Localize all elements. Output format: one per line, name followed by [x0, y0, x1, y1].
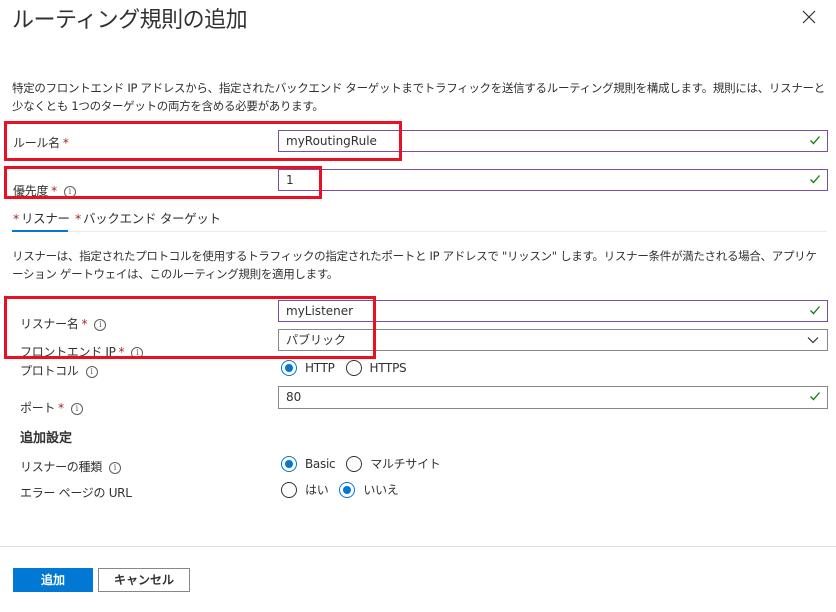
protocol-label: プロトコル i: [20, 362, 98, 379]
info-icon[interactable]: i: [85, 365, 98, 378]
required-marker: *: [75, 211, 81, 226]
frontend-ip-value: パブリック: [286, 333, 347, 347]
listener-type-label: リスナーの種類 i: [20, 458, 121, 475]
rule-name-input[interactable]: myRoutingRule: [278, 130, 828, 152]
port-input[interactable]: 80: [278, 386, 828, 409]
priority-value: 1: [286, 173, 294, 187]
required-marker: *: [118, 345, 125, 359]
cancel-button[interactable]: キャンセル: [98, 568, 190, 592]
required-marker: *: [58, 401, 64, 415]
priority-input[interactable]: 1: [278, 169, 828, 191]
protocol-https-radio[interactable]: [345, 360, 362, 376]
port-label: ポート * i: [20, 399, 83, 416]
check-icon: [810, 175, 820, 184]
check-icon: [810, 306, 820, 315]
rule-name-value: myRoutingRule: [286, 134, 377, 148]
page-title: ルーティング規則の追加: [12, 8, 248, 33]
listener-name-label-text: リスナー名: [20, 317, 79, 331]
tab-backend-target-label: バックエンド ターゲット: [82, 211, 221, 226]
protocol-http-radio[interactable]: [281, 360, 297, 376]
priority-label-text: 優先度: [13, 184, 49, 198]
listener-type-multisite-radio[interactable]: [346, 455, 363, 472]
priority-label: 優先度 * i: [13, 182, 76, 199]
required-marker: *: [81, 317, 88, 331]
listener-type-basic-label: Basic: [305, 456, 336, 471]
additional-settings-heading: 追加設定: [20, 431, 73, 446]
tab-listener[interactable]: * リスナー: [13, 208, 70, 227]
tab-selected-indicator: [12, 230, 68, 232]
protocol-http-label: HTTP: [305, 361, 335, 375]
info-icon[interactable]: i: [63, 185, 76, 198]
check-icon: [810, 392, 820, 401]
info-icon[interactable]: i: [70, 402, 83, 415]
chevron-down-icon: [807, 337, 819, 344]
description-text: 特定のフロントエンド IP アドレスから、指定されたバックエンド ターゲットまで…: [12, 81, 825, 113]
required-marker: *: [13, 211, 19, 226]
check-icon: [810, 136, 820, 145]
protocol-https-label: HTTPS: [369, 361, 407, 375]
listener-type-radio-group: Basic マルチサイト: [281, 455, 451, 472]
footer-divider: [0, 546, 836, 547]
required-marker: *: [62, 136, 69, 150]
error-page-yes-label: はい: [305, 483, 329, 497]
protocol-label-text: プロトコル: [20, 364, 79, 378]
info-icon[interactable]: i: [131, 346, 144, 359]
frontend-ip-label: フロントエンド IP * i: [20, 343, 144, 360]
error-page-no-radio[interactable]: [339, 481, 356, 498]
info-icon[interactable]: i: [108, 461, 121, 474]
required-marker: *: [51, 184, 57, 198]
tab-backend-target[interactable]: * バックエンド ターゲット: [75, 208, 221, 227]
error-page-url-label: エラー ページの URL: [20, 484, 132, 501]
port-label-text: ポート: [20, 401, 56, 415]
rule-name-label-text: ルール名: [13, 136, 60, 150]
frontend-ip-label-text: フロントエンド IP: [20, 345, 116, 359]
listener-name-value: myListener: [286, 304, 354, 318]
listener-name-input[interactable]: myListener: [278, 300, 828, 322]
tab-listener-label: リスナー: [20, 211, 70, 226]
add-button[interactable]: 追加: [13, 568, 93, 592]
listener-type-basic-radio[interactable]: [281, 455, 297, 472]
error-page-yes-radio[interactable]: [281, 481, 297, 498]
error-page-url-radio-group: はい いいえ: [281, 481, 410, 498]
error-page-url-label-text: エラー ページの URL: [20, 486, 132, 500]
error-page-no-label: いいえ: [363, 483, 399, 497]
close-button[interactable]: [800, 8, 818, 26]
listener-type-multisite-label: マルチサイト: [370, 457, 441, 471]
listener-type-label-text: リスナーの種類: [20, 460, 102, 474]
info-icon[interactable]: i: [94, 318, 107, 331]
protocol-radio-group: HTTP HTTPS: [281, 360, 417, 376]
frontend-ip-select[interactable]: パブリック: [278, 329, 828, 351]
close-icon: [802, 10, 816, 24]
port-value: 80: [286, 390, 302, 404]
rule-name-label: ルール名 *: [13, 134, 69, 151]
tab-divider: [12, 231, 827, 232]
listener-description: リスナーは、指定されたプロトコルを使用するトラフィックの指定されたポートと IP…: [12, 249, 817, 281]
listener-name-label: リスナー名 * i: [20, 315, 107, 332]
